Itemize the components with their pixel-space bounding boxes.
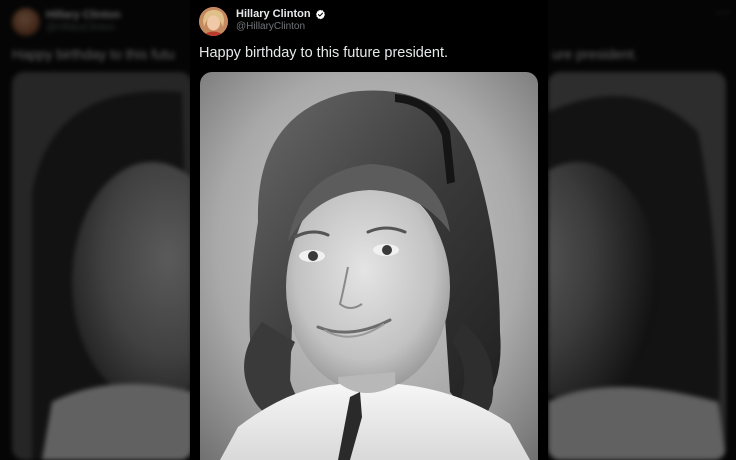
profile-avatar[interactable] xyxy=(199,7,228,36)
author-handle[interactable]: @HillaryClinton xyxy=(236,21,305,32)
verified-badge-icon xyxy=(315,9,325,19)
background-tweet-text-right: ure president. xyxy=(552,46,638,62)
background-handle: @HillaryClinton xyxy=(46,22,116,33)
screenshot-stage: Hillary Clinton @HillaryClinton Happy bi… xyxy=(0,0,736,460)
background-photo-left xyxy=(12,72,192,460)
portrait-photo xyxy=(200,72,538,460)
tweet-photo[interactable] xyxy=(200,72,538,460)
author-name-row[interactable]: Hillary Clinton xyxy=(236,8,326,20)
tweet-text: Happy birthday to this future president. xyxy=(199,45,449,61)
avatar-portrait-icon xyxy=(199,7,228,36)
background-tweet-text-left: Happy birthday to this futu xyxy=(12,46,175,62)
tweet-card[interactable]: Hillary Clinton @HillaryClinton Happy bi… xyxy=(190,0,548,460)
more-options-icon: ⋯ xyxy=(716,4,730,20)
author-display-name[interactable]: Hillary Clinton xyxy=(236,8,311,20)
background-photo-right xyxy=(548,72,726,460)
background-display-name: Hillary Clinton xyxy=(46,9,121,21)
background-avatar xyxy=(12,8,40,36)
